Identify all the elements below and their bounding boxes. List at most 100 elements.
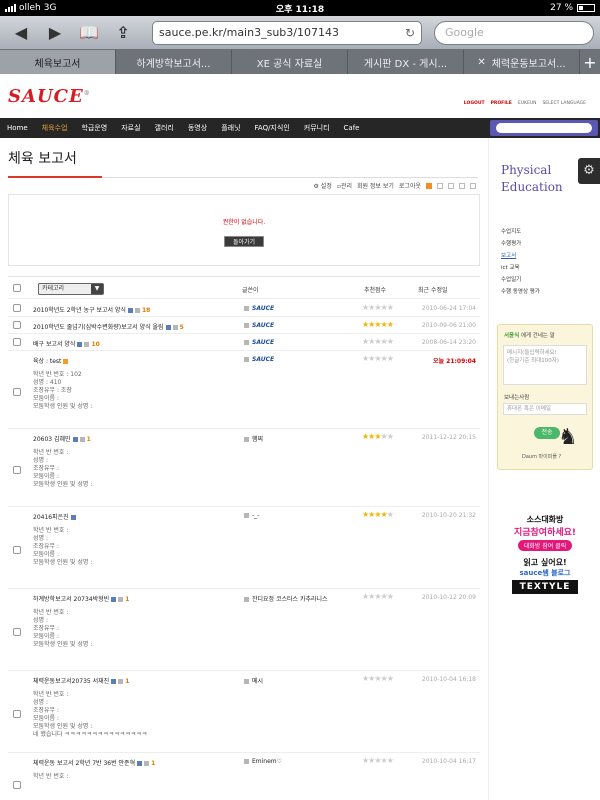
table-row[interactable]: 20416피은진 -_- ★★★★★ 2010-10-20 21:32 학년 반 번호 … — [8, 507, 480, 589]
user-link[interactable]: EUKEUN — [518, 101, 537, 106]
sidebar-item-assessment[interactable]: 수행평가 — [501, 238, 540, 250]
post-title[interactable]: 20603 김혜민 1 — [33, 434, 91, 443]
settings-gear-icon[interactable]: ⚙ — [578, 158, 600, 184]
browser-tab[interactable]: 게시판 DX - 게시... — [348, 50, 464, 74]
post-author[interactable]: -_- — [242, 512, 259, 519]
nav-video[interactable]: 동영상 — [181, 123, 214, 133]
browser-tab[interactable]: 하계방학보고서... — [116, 50, 232, 74]
post-title[interactable]: 체력운동 보고서 2학년 7반 36번 안준혁 1 — [33, 758, 155, 767]
post-title[interactable]: 체력운동보고서20735 서재진 1 — [33, 676, 129, 685]
comment-icon — [79, 437, 85, 442]
share-icon[interactable]: ⇪ — [108, 20, 138, 46]
textyle-logo[interactable]: TEXTYLE — [511, 580, 579, 594]
logout-link[interactable]: 로그아웃 — [399, 181, 421, 190]
nav-community[interactable]: 커뮤니티 — [297, 123, 337, 133]
post-author[interactable]: 햄찌 — [242, 434, 263, 443]
post-title[interactable]: 육상 : test — [33, 356, 69, 365]
table-row[interactable]: 체력운동보고서20735 서재진 1 메시 ★★★★★ 2010-10-04 16:18… — [8, 671, 480, 753]
language-link[interactable]: SELECT LANGUAGE — [542, 101, 586, 106]
daum-mypeople-label[interactable]: Daum 마이피플 ? — [522, 453, 561, 460]
sender-input[interactable]: 휴대폰 혹은 이메일 — [503, 403, 587, 415]
post-title[interactable]: 2010학년도 2학년 농구 보고서 양식 18 — [33, 305, 150, 314]
row-checkbox[interactable] — [13, 466, 21, 474]
row-checkbox[interactable] — [13, 546, 21, 554]
address-bar[interactable]: sauce.pe.kr/main3_sub3/107143 ↻ — [152, 20, 422, 45]
sidebar-item-video-assessment[interactable]: 수행 동영상 평가 — [501, 286, 540, 298]
site-search-input[interactable] — [496, 123, 592, 133]
category-select[interactable]: 카테고리 — [38, 283, 104, 295]
back-button[interactable]: 돌아가기 — [224, 236, 264, 247]
message-textarea[interactable]: 메시지(들입력하세요! (한글기준 최대100자) — [503, 345, 587, 385]
browser-tab[interactable]: XE 공식 자료실 — [232, 50, 348, 74]
row-checkbox[interactable] — [13, 628, 21, 636]
post-author[interactable]: Eminem♡ — [242, 758, 282, 765]
nav-faq[interactable]: FAQ/지식인 — [248, 123, 297, 133]
row-checkbox[interactable] — [13, 338, 21, 346]
nav-home[interactable]: Home — [0, 124, 35, 132]
bookmarks-icon[interactable]: 📖 — [74, 20, 104, 46]
view-blog-icon[interactable] — [470, 182, 476, 189]
comment-count: 10 — [91, 341, 100, 348]
view-gallery-icon[interactable] — [459, 182, 465, 189]
sidebar-item-ict[interactable]: ict 교육 — [501, 262, 540, 274]
search-input[interactable]: Google — [434, 20, 594, 45]
member-info-link[interactable]: 회원 정보 보기 — [357, 181, 394, 190]
table-row[interactable]: 2010학년도 줄넘기(심박수변화량)보고서 양식 올림 5 SAUCE ★★★★★ 2… — [8, 317, 480, 334]
nav-class-management[interactable]: 학급운영 — [74, 123, 114, 133]
sidebar-item-lesson[interactable]: 수업지도 — [501, 226, 540, 238]
nav-pe-class[interactable]: 체육수업 — [35, 123, 75, 133]
post-author[interactable]: SAUCE — [242, 305, 274, 312]
nav-gallery[interactable]: 갤러리 — [148, 123, 181, 133]
row-checkbox[interactable] — [13, 710, 21, 718]
view-list-icon[interactable] — [437, 182, 443, 189]
post-author[interactable]: 잔디요정 코스타스 카추라니스 — [242, 594, 328, 603]
sidebar-item-diary[interactable]: 수업일기 — [501, 274, 540, 286]
browser-tab[interactable]: 체육보고서 — [0, 50, 116, 74]
send-button[interactable]: 전송 — [534, 427, 560, 439]
table-row[interactable]: 하계방학보고서 20734박형빈 1 잔디요정 코스타스 카추라니스 ★★★★★ 201… — [8, 589, 480, 671]
site-search — [490, 120, 598, 136]
table-row[interactable]: 20603 김혜민 1 햄찌 ★★★★★ 2011-12-12 20:15 학년 반 번호… — [8, 429, 480, 507]
view-web-icon[interactable] — [448, 182, 454, 189]
select-all-checkbox[interactable] — [13, 284, 21, 292]
blog-link[interactable]: sauce쌤 블로그 — [503, 568, 587, 578]
post-title[interactable]: 배구 보고서 양식 10 — [33, 339, 100, 348]
table-row[interactable]: 배구 보고서 양식 10 SAUCE ★★★★★ 2008-06-14 23:20 — [8, 334, 480, 351]
row-checkbox[interactable] — [13, 388, 21, 396]
rss-icon[interactable] — [426, 182, 432, 189]
row-checkbox[interactable] — [13, 781, 21, 789]
sidebar-item-report[interactable]: 보고서 — [501, 250, 540, 262]
site-logo[interactable]: SAUCE® — [8, 86, 91, 107]
back-icon[interactable]: ◀ — [6, 20, 36, 46]
profile-link[interactable]: PROFILE — [491, 101, 512, 106]
table-row[interactable]: 2010학년도 2학년 농구 보고서 양식 18 SAUCE ★★★★★ 2010-06… — [8, 300, 480, 317]
row-checkbox[interactable] — [13, 321, 21, 329]
browser-tab[interactable]: ✕ 체력운동보고서... — [464, 50, 580, 74]
post-title[interactable]: 2010학년도 줄넘기(심박수변화량)보고서 양식 올림 5 — [33, 322, 184, 331]
nav-planet[interactable]: 플래닛 — [214, 123, 247, 133]
nav-cafe[interactable]: Cafe — [337, 124, 367, 132]
new-tab-icon[interactable]: + — [580, 50, 600, 74]
row-checkbox[interactable] — [13, 304, 21, 312]
settings-link[interactable]: ⚙ 설정 — [313, 181, 331, 190]
post-title[interactable]: 20416피은진 — [33, 512, 76, 521]
rating-stars: ★★★★★ — [362, 674, 394, 683]
join-chat-button[interactable]: 대화방 참여 클릭 — [517, 540, 573, 551]
close-tab-icon[interactable]: ✕ — [477, 57, 485, 68]
post-author[interactable]: SAUCE — [242, 339, 274, 346]
table-row[interactable]: 체력운동 보고서 2학년 7반 36번 안준혁 1 Eminem♡ ★★★★★ 2010… — [8, 753, 480, 800]
logout-link[interactable]: LOGOUT — [464, 101, 485, 106]
table-row[interactable]: 육상 : test SAUCE ★★★★★ 오늘 21:09:04 학년 반 번호 : … — [8, 351, 480, 429]
post-title[interactable]: 하계방학보고서 20734박형빈 1 — [33, 594, 129, 603]
reload-icon[interactable]: ↻ — [405, 26, 415, 40]
member-icon — [244, 513, 249, 518]
list-header: 카테고리 글쓴이 추천점수 최근 수정일 — [8, 277, 480, 299]
promo-banner[interactable]: 소스대화방 지금참여하세요! 대화방 참여 클릭 읽고 싶어요! sauce쌤 … — [503, 514, 587, 594]
post-author[interactable]: 메시 — [242, 676, 263, 685]
manage-link[interactable]: ▫관리 — [337, 181, 352, 190]
forward-icon[interactable]: ▶ — [40, 20, 70, 46]
board-toolbar: ⚙ 설정 ▫관리 회원 정보 보기 로그아웃 — [313, 181, 476, 190]
post-author[interactable]: SAUCE — [242, 356, 274, 363]
post-author[interactable]: SAUCE — [242, 322, 274, 329]
nav-resources[interactable]: 자료실 — [114, 123, 147, 133]
